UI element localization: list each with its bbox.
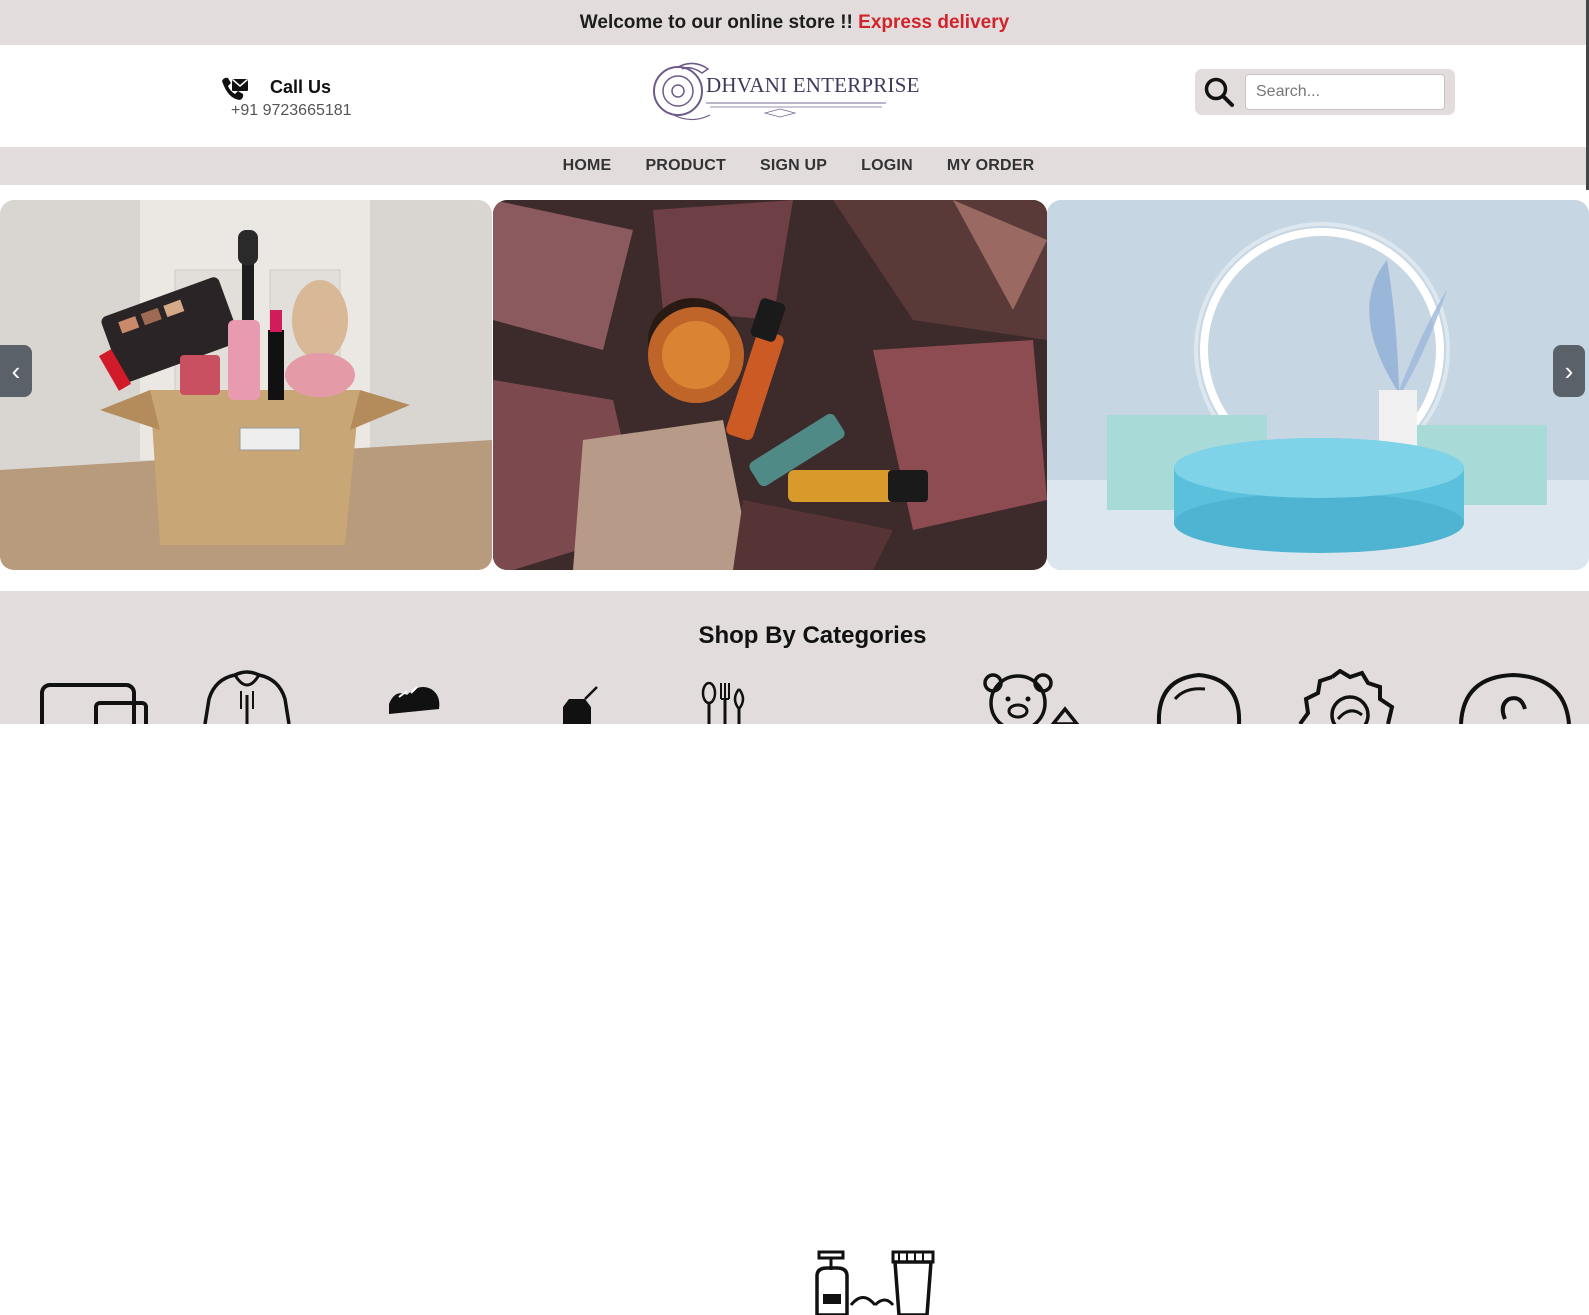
category-beauty[interactable] (815, 1250, 945, 1315)
kitchen-utensils-icon (701, 681, 745, 724)
toys-icon (983, 673, 1080, 724)
laptop-icon (40, 683, 148, 724)
autumn-leaves-products-image (493, 200, 1047, 570)
slide-cosmetics-box[interactable] (0, 200, 492, 570)
category-footwear[interactable] (385, 669, 445, 724)
search-input[interactable] (1245, 74, 1445, 110)
welcome-text: Welcome to our online store !! (579, 12, 859, 33)
shoes-icon (389, 686, 440, 714)
nav-sign-up[interactable]: SIGN UP (743, 157, 844, 175)
announcement-bar: Welcome to our online store !! Express d… (0, 0, 1589, 45)
categories-title: Shop By Categories (698, 622, 927, 649)
nav-my-order[interactable]: MY ORDER (930, 157, 1052, 175)
site-logo[interactable]: DHVANI ENTERPRISE (650, 51, 919, 129)
cosmetics-box-image (0, 200, 492, 570)
slide-autumn-leaves[interactable] (493, 200, 1047, 570)
more-icon (1459, 672, 1571, 724)
carousel-prev-button[interactable]: ‹ (0, 345, 32, 397)
category-services[interactable] (1292, 669, 1410, 724)
nav-home[interactable]: HOME (546, 157, 629, 175)
phone-mail-icon (222, 77, 248, 100)
site-header: Call Us +91 9723665181 DHVANI ENTERPRISE (0, 45, 1589, 147)
gear-icon (1298, 669, 1395, 724)
category-more[interactable] (1455, 669, 1575, 724)
category-toys[interactable] (983, 669, 1088, 724)
express-delivery-text: Express delivery (858, 12, 1010, 33)
category-kitchen[interactable] (695, 669, 755, 724)
nav-product[interactable]: PRODUCT (628, 157, 743, 175)
cosmetics-icon (815, 1250, 935, 1315)
category-appliances[interactable] (555, 669, 605, 724)
main-nav: HOME PRODUCT SIGN UP LOGIN MY ORDER (0, 147, 1589, 185)
call-us-label: Call Us (270, 77, 332, 97)
hoodie-icon (203, 670, 291, 724)
search-icon[interactable] (1203, 76, 1235, 108)
phone-number[interactable]: +91 9723665181 (231, 102, 352, 120)
logo-text: DHVANI ENTERPRISE (706, 73, 920, 97)
category-laptop[interactable] (40, 669, 152, 724)
baby-icon (1156, 672, 1242, 724)
nav-login[interactable]: LOGIN (844, 157, 930, 175)
categories-section: Shop By Categories (0, 591, 1589, 1315)
carousel-next-button[interactable]: › (1553, 345, 1585, 397)
category-baby[interactable] (1155, 669, 1245, 724)
category-clothing[interactable] (195, 669, 300, 724)
podium-display-image (1047, 200, 1589, 570)
hero-carousel: ‹ › (0, 200, 1589, 570)
slide-podium[interactable] (1047, 200, 1589, 570)
search-box (1195, 69, 1455, 115)
blender-icon (563, 686, 598, 724)
